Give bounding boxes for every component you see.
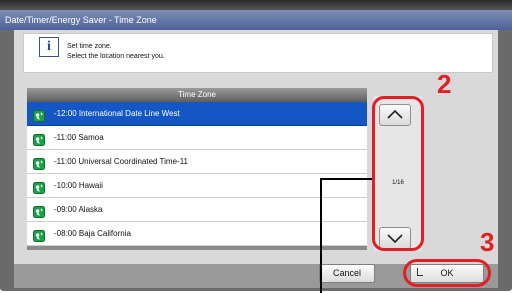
globe-icon	[33, 108, 45, 122]
table-row[interactable]: -11:00 Universal Coordinated Time-11	[27, 150, 367, 174]
table-row[interactable]: -11:00 Samoa	[27, 126, 367, 150]
table-row-label: -11:00 Samoa	[54, 133, 104, 142]
callout-ring-ok	[403, 259, 491, 287]
callout-number-scroll: 2	[437, 69, 452, 99]
table-row[interactable]: -09:00 Alaska	[27, 198, 367, 222]
table-row-label: -08:00 Baja California	[54, 229, 131, 238]
callout-number-ok: 3	[480, 227, 495, 257]
globe-icon	[33, 156, 45, 170]
message-text: Set time zone. Select the location neare…	[67, 42, 165, 62]
info-icon: i	[39, 37, 59, 57]
cancel-button[interactable]: Cancel	[319, 264, 375, 283]
table-header: Time Zone	[27, 88, 367, 102]
globe-icon	[33, 204, 45, 218]
table-row-label: -09:00 Alaska	[54, 205, 103, 214]
table-row-label: -12:00 International Date Line West	[54, 109, 180, 118]
message-line-1: Set time zone.	[67, 43, 112, 50]
leader-line-horizontal	[320, 178, 372, 180]
globe-icon	[33, 228, 45, 242]
table-row-label: -11:00 Universal Coordinated Time-11	[54, 157, 188, 166]
table-row[interactable]: -10:00 Hawaii	[27, 174, 367, 198]
top-strip	[0, 0, 512, 10]
leader-line-vertical	[320, 178, 322, 293]
window-title: Date/Timer/Energy Saver - Time Zone	[0, 10, 512, 30]
message-box: i Set time zone. Select the location nea…	[23, 33, 493, 73]
table-row[interactable]: -12:00 International Date Line West	[27, 102, 367, 126]
table-row[interactable]: -08:00 Baja California	[27, 222, 367, 246]
table-rows: -12:00 International Date Line West -11:0…	[27, 102, 367, 246]
globe-icon	[33, 180, 45, 194]
message-line-2: Select the location nearest you.	[67, 53, 165, 60]
table-row-label: -10:00 Hawaii	[54, 181, 103, 190]
globe-icon	[33, 132, 45, 146]
time-zone-table: Time Zone -12:00 International Date Line…	[27, 88, 367, 250]
callout-ring-scroll	[372, 96, 424, 251]
